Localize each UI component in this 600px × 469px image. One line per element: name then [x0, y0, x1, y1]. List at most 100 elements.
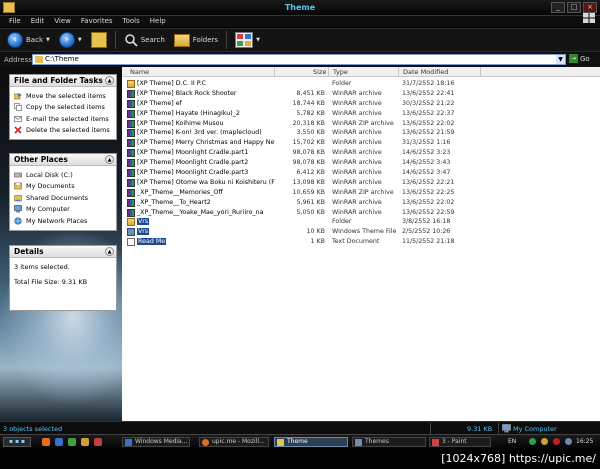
- task-pane: File and Folder Tasks ▲ Move the selecte…: [0, 67, 122, 421]
- file-row[interactable]: [XP Theme] Moonlight Cradle.part2 98,078 …: [122, 158, 600, 168]
- place-local-disk[interactable]: Local Disk (C:): [14, 169, 112, 181]
- file-date: 13/6/2552 22:59: [402, 208, 455, 216]
- column-type[interactable]: Type: [333, 68, 348, 76]
- column-date[interactable]: Date Modified: [403, 68, 448, 76]
- task-label: Copy the selected items: [26, 103, 105, 112]
- file-row[interactable]: [XP Theme] Hayate (Hinagiku)_2 5,782 KB Wi…: [122, 109, 600, 119]
- menu-file[interactable]: File: [4, 16, 26, 27]
- shared-documents-icon: [14, 194, 22, 202]
- archive-icon: [127, 208, 135, 217]
- menu-view[interactable]: View: [49, 16, 76, 27]
- file-row[interactable]: Read Me 1 KB Text Document 11/5/2552 21:18: [122, 237, 600, 247]
- file-row[interactable]: [XP Theme] Otome wa Boku ni Koishiteru (…: [122, 178, 600, 188]
- folders-button[interactable]: Folders: [171, 30, 221, 50]
- task-paint[interactable]: 3 - Paint: [429, 437, 491, 447]
- panel-header[interactable]: File and Folder Tasks ▲: [10, 75, 116, 87]
- file-row[interactable]: _XP_Theme__Memories_Off 10,659 KB WinRAR Z…: [122, 188, 600, 198]
- quicklaunch-icon[interactable]: [81, 438, 89, 446]
- start-button[interactable]: ▪ ▪ ▪: [3, 437, 31, 447]
- address-value: C:\Theme: [45, 55, 79, 63]
- file-type: Folder: [332, 80, 352, 87]
- panel-header[interactable]: Details ▲: [10, 246, 116, 258]
- file-list-pane: Name Size Type Date Modified [XP Theme] …: [122, 67, 600, 421]
- task-email[interactable]: E-mail the selected items: [14, 113, 112, 125]
- menu-edit[interactable]: Edit: [26, 16, 50, 27]
- task-windows-media[interactable]: Windows Media...: [122, 437, 190, 447]
- chevron-down-icon[interactable]: ▼: [46, 37, 50, 43]
- folder-icon: [127, 80, 135, 88]
- file-size: 15,702 KB: [292, 139, 325, 147]
- up-button[interactable]: [88, 30, 110, 50]
- file-type: WinRAR archive: [332, 159, 382, 167]
- column-name[interactable]: Name: [130, 68, 149, 76]
- column-divider: [480, 67, 481, 77]
- back-button[interactable]: ‹ Back ▼: [4, 30, 53, 50]
- task-copy[interactable]: Copy the selected items: [14, 102, 112, 114]
- chevron-down-icon[interactable]: ▼: [256, 37, 260, 43]
- tray-icon[interactable]: [529, 438, 536, 445]
- file-date: 11/5/2552 21:18: [402, 238, 455, 246]
- menu-help[interactable]: Help: [145, 16, 171, 27]
- file-row[interactable]: [XP Theme] K-on! 3rd ver. (maplecloud) 3,…: [122, 128, 600, 138]
- file-date: 14/6/2552 3:43: [402, 159, 451, 167]
- media-player-icon[interactable]: [55, 438, 63, 446]
- minimize-button[interactable]: _: [551, 2, 565, 13]
- file-row[interactable]: Vrs Folder 3/8/2552 16:18: [122, 217, 600, 227]
- file-row[interactable]: [XP Theme] D.C. II P.C Folder 31/7/2552 18…: [122, 79, 600, 89]
- file-row[interactable]: [XP Theme] ef 18,744 KB WinRAR archive 30/3…: [122, 99, 600, 109]
- volume-icon[interactable]: [565, 438, 572, 445]
- task-themes[interactable]: Themes: [352, 437, 426, 447]
- forward-button[interactable]: › ▼: [56, 30, 85, 50]
- antivirus-icon[interactable]: [553, 438, 560, 445]
- maximize-button[interactable]: □: [567, 2, 581, 13]
- file-list: [XP Theme] D.C. II P.C Folder 31/7/2552 18…: [122, 79, 600, 247]
- collapse-icon[interactable]: ▲: [105, 247, 114, 256]
- file-date: 13/6/2552 21:59: [402, 129, 455, 137]
- file-row[interactable]: _XP_Theme__Yoake_Mae_yori_Ruriiro_na 5,05…: [122, 208, 600, 218]
- file-date: 31/3/2552 1:16: [402, 139, 451, 147]
- menu-tools[interactable]: Tools: [118, 16, 145, 27]
- address-input[interactable]: C:\Theme ▼: [32, 54, 566, 65]
- task-move[interactable]: Move the selected items: [14, 90, 112, 102]
- archive-icon: [127, 129, 135, 138]
- menu-favorites[interactable]: Favorites: [76, 16, 118, 27]
- address-dropdown-button[interactable]: ▼: [556, 55, 565, 64]
- file-row[interactable]: [XP Theme] Moonlight Cradle.part1 98,078 …: [122, 148, 600, 158]
- file-row[interactable]: [XP Theme] Merry Christmas and Happy New…: [122, 138, 600, 148]
- go-button[interactable]: → Go: [569, 54, 590, 63]
- file-size: 5,782 KB: [296, 109, 325, 117]
- file-type: WinRAR archive: [332, 99, 382, 107]
- panel-header[interactable]: Other Places ▲: [10, 154, 116, 166]
- task-theme[interactable]: Theme: [274, 437, 348, 447]
- collapse-icon[interactable]: ▲: [105, 155, 114, 164]
- file-row[interactable]: _XP_Theme__To_Heart2 5,961 KB WinRAR archi…: [122, 198, 600, 208]
- file-row[interactable]: [XP Theme] Moonlight Cradle.part3 6,412 K…: [122, 168, 600, 178]
- messenger-icon[interactable]: [68, 438, 76, 446]
- firefox-icon[interactable]: [42, 438, 50, 446]
- task-delete[interactable]: Delete the selected items: [14, 125, 112, 137]
- place-my-computer[interactable]: My Computer: [14, 204, 112, 216]
- task-label: Windows Media...: [135, 438, 188, 445]
- place-my-documents[interactable]: My Documents: [14, 181, 112, 193]
- file-row[interactable]: Vrs 10 KB Windows Theme File 2/5/2552 10:26: [122, 227, 600, 237]
- file-date: 2/5/2552 10:26: [402, 228, 451, 236]
- file-type: WinRAR ZIP archive: [332, 188, 394, 196]
- column-size[interactable]: Size: [313, 68, 326, 76]
- file-type: WinRAR archive: [332, 208, 382, 216]
- language-indicator[interactable]: EN: [508, 438, 516, 445]
- column-divider: [328, 67, 329, 77]
- tray-icon[interactable]: [541, 438, 548, 445]
- column-divider: [274, 67, 275, 77]
- views-button[interactable]: ▼: [232, 30, 263, 50]
- place-shared-documents[interactable]: Shared Documents: [14, 192, 112, 204]
- search-button[interactable]: Search: [121, 30, 168, 50]
- file-type: Windows Theme File: [332, 228, 397, 236]
- task-firefox[interactable]: upic.me - Mozill...: [199, 437, 269, 447]
- chevron-down-icon[interactable]: ▼: [78, 37, 82, 43]
- file-row[interactable]: [XP Theme] Black Rock Shooter 8,451 KB Win…: [122, 89, 600, 99]
- file-row[interactable]: [XP Theme] Koihime Musou 20,318 KB WinRAR …: [122, 119, 600, 129]
- collapse-icon[interactable]: ▲: [105, 76, 114, 85]
- place-network[interactable]: My Network Places: [14, 215, 112, 227]
- quicklaunch-icon[interactable]: [94, 438, 102, 446]
- task-label: Delete the selected items: [26, 126, 110, 135]
